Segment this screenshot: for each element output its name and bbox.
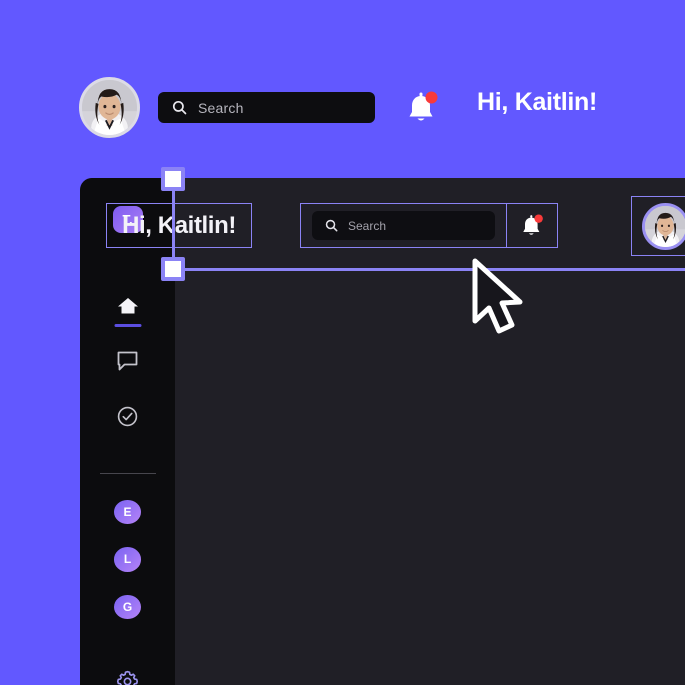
sidebar-team-avatar[interactable]: L <box>114 547 141 572</box>
app-greeting-label: Hi, Kaitlin! <box>122 211 236 239</box>
sidebar-item-messages[interactable] <box>105 338 151 384</box>
sidebar: T. E L G <box>80 178 175 685</box>
team-initial: G <box>122 599 133 614</box>
gear-icon <box>116 670 139 685</box>
bell-icon <box>409 91 438 121</box>
sidebar-divider <box>99 473 156 474</box>
chat-bubble-icon <box>117 351 138 371</box>
app-window: T. E L G <box>80 178 685 685</box>
selection-handle-bottom[interactable] <box>161 257 185 281</box>
user-photo <box>645 205 685 247</box>
home-icon <box>117 297 138 314</box>
app-search-selection: Search <box>300 203 507 248</box>
bell-icon <box>523 213 543 235</box>
search-input[interactable]: Search <box>158 92 375 123</box>
sidebar-team-avatar[interactable]: G <box>114 594 141 619</box>
sidebar-item-tasks[interactable] <box>105 393 151 439</box>
user-photo <box>82 80 137 135</box>
search-icon <box>325 219 338 232</box>
sidebar-nav <box>105 283 151 448</box>
design-canvas: Search Hi, Kaitlin! T. E L G Hi, Kaitlin… <box>0 0 685 685</box>
selection-guide-horizontal <box>172 268 685 271</box>
notifications-button[interactable] <box>404 88 440 128</box>
team-initial: L <box>123 552 132 567</box>
sidebar-team-avatar[interactable]: E <box>114 499 141 525</box>
search-icon <box>172 100 187 115</box>
notification-badge <box>425 91 438 104</box>
app-avatar-selection <box>631 196 685 256</box>
team-initial: E <box>123 505 132 520</box>
app-search-input[interactable]: Search <box>312 211 495 240</box>
notification-badge <box>534 213 543 223</box>
app-content-area <box>175 178 685 685</box>
sidebar-item-home[interactable] <box>105 283 151 329</box>
sidebar-item-settings[interactable] <box>116 670 139 685</box>
check-circle-icon <box>117 406 138 426</box>
active-indicator <box>114 324 141 328</box>
app-page-title: Hi, Kaitlin! <box>106 203 252 248</box>
selection-handle-top[interactable] <box>161 167 185 191</box>
app-search-placeholder: Search <box>348 218 387 233</box>
page-title: Hi, Kaitlin! <box>477 88 598 116</box>
avatar[interactable] <box>642 202 685 250</box>
app-notifications-button[interactable] <box>506 203 558 248</box>
search-placeholder: Search <box>198 99 244 116</box>
avatar[interactable] <box>79 77 140 138</box>
